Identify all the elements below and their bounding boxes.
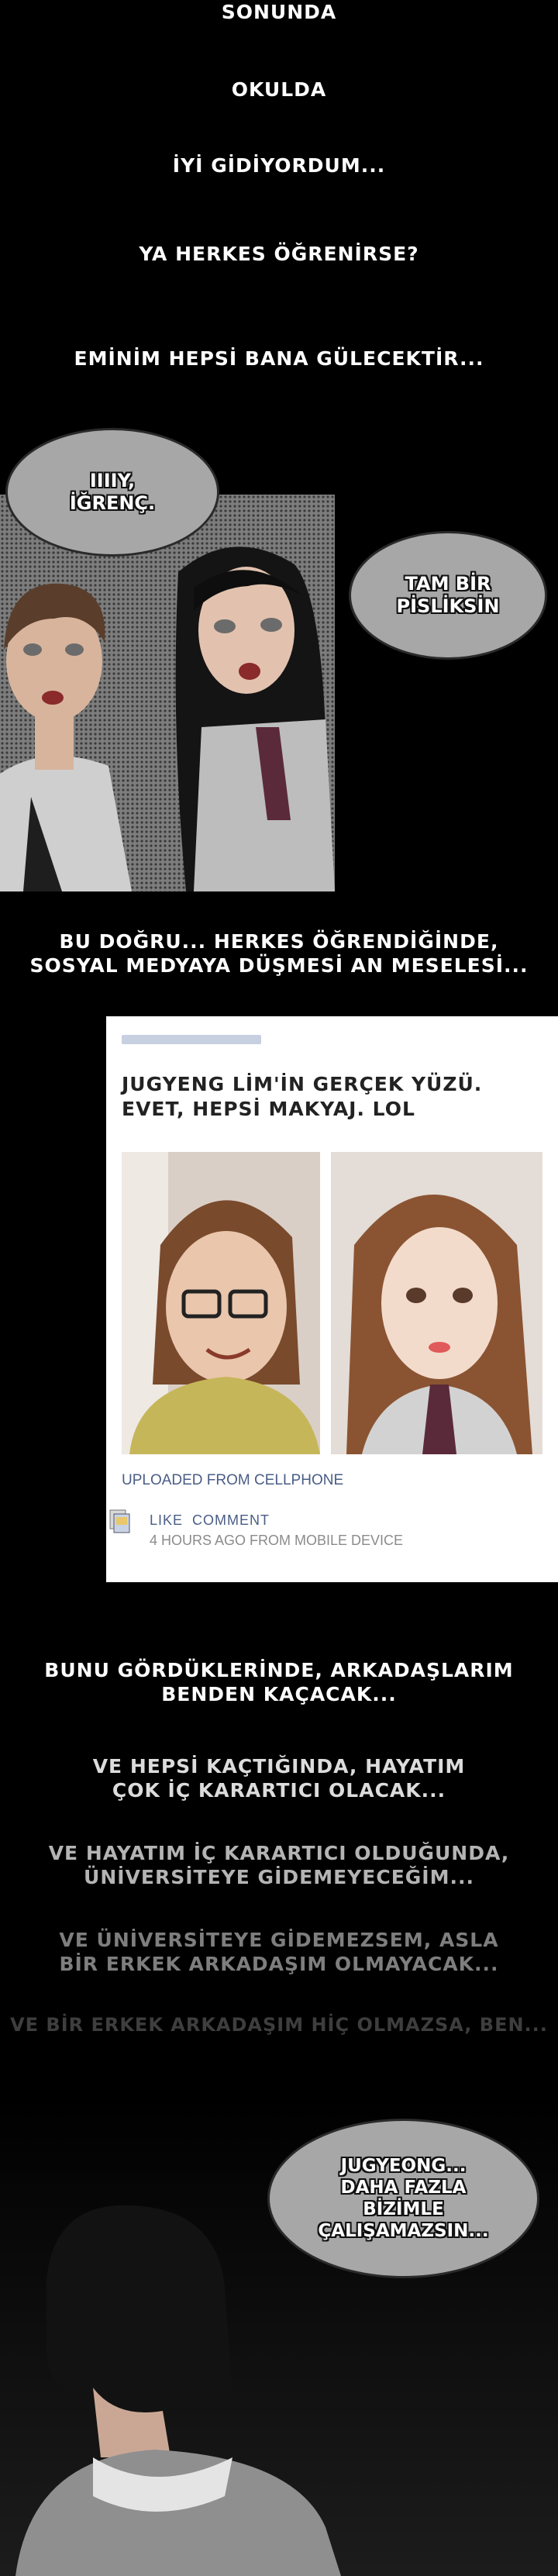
caption-iyi-gidiyordum: İYİ GİDİYORDUM...: [172, 154, 386, 177]
post-text: JUGYENG LİM'İN GERÇEK YÜZÜ. EVET, HEPSİ …: [122, 1073, 483, 1120]
caption-bu-dogru: BU DOĞRU... HERKES ÖĞRENDİĞİNDE, SOSYAL …: [29, 930, 529, 977]
social-media-post: JUGYENG LİM'İN GERÇEK YÜZÜ. EVET, HEPSİ …: [106, 1016, 558, 1582]
post-username-blurred: [122, 1035, 261, 1044]
caption-okulda: OKULDA: [231, 78, 327, 101]
photo-album-icon: [109, 1509, 130, 1533]
girl-makeup-illustration: [331, 1152, 542, 1454]
panel-students-reacting: [0, 495, 335, 891]
post-timestamp: 4 HOURS AGO FROM MOBILE DEVICE: [150, 1533, 404, 1548]
caption-ve-hepsi-kactiginda: VE HEPSİ KAÇTIĞINDA, HAYATIM ÇOK İÇ KARA…: [92, 1755, 466, 1802]
speech-bubble-jugyeong: JUGYEONG... DAHA FAZLA BİZİMLE ÇALIŞAMAZ…: [267, 2119, 539, 2278]
photo-without-makeup: [122, 1152, 320, 1454]
caption-ve-universiteye: VE ÜNİVERSİTEYE GİDEMEZSEM, ASLA BİR ERK…: [59, 1929, 499, 1975]
speech-bubble-iiiiy: IIIIY, İĞRENÇ.: [5, 428, 219, 557]
girl-glasses-illustration: [122, 1152, 320, 1454]
caption-sonunda: SONUNDA: [221, 1, 337, 23]
uploaded-from-label: UPLOADED FROM CELLPHONE: [122, 1472, 344, 1488]
post-actions: LIKE COMMENT: [150, 1512, 279, 1529]
caption-ya-herkes: YA HERKES ÖĞRENİRSE?: [139, 243, 419, 265]
students-illustration: [0, 495, 335, 891]
caption-bunu-gorduklerinde: BUNU GÖRDÜKLERİNDE, ARKADAŞLARIM BENDEN …: [44, 1659, 514, 1705]
caption-eminim: EMİNİM HEPSİ BANA GÜLECEKTİR...: [74, 347, 484, 370]
caption-ve-bir-erkek: VE BİR ERKEK ARKADAŞIM HİÇ OLMAZSA, BEN.…: [10, 2014, 548, 2036]
like-link[interactable]: LIKE: [150, 1512, 183, 1528]
caption-ve-hayatim: VE HAYATIM İÇ KARARTICI OLDUĞUNDA, ÜNİVE…: [48, 1842, 510, 1888]
photo-with-makeup: [331, 1152, 542, 1454]
speech-bubble-tam-bir: TAM BİR PİSLİKSİN: [349, 531, 547, 660]
comment-link[interactable]: COMMENT: [192, 1512, 270, 1528]
